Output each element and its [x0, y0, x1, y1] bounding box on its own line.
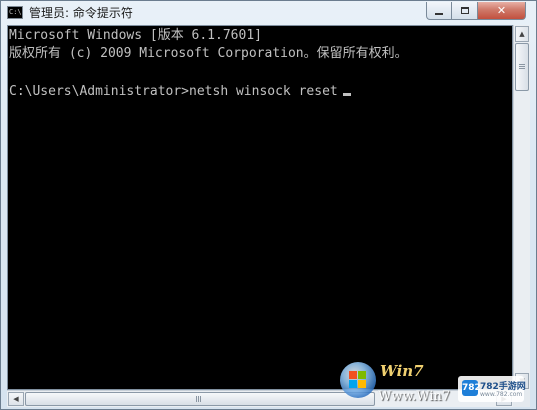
watermark-url: Www.Win7: [378, 389, 451, 404]
close-icon: ✕: [496, 4, 507, 17]
command-prompt-window: C:\ 管理员: 命令提示符 ✕ Microsoft Windows [版本 6…: [0, 0, 537, 410]
grip-icon: [519, 64, 525, 65]
site-watermark: 782 782手游网 www.782.com: [458, 376, 526, 402]
site-logo-icon: 782: [462, 380, 481, 396]
cmd-icon[interactable]: C:\: [7, 6, 23, 19]
win7-watermark: Win7 Www.Win7: [340, 356, 450, 406]
vertical-scrollbar[interactable]: ▲ ▼: [513, 25, 530, 390]
horizontal-scroll-thumb[interactable]: [25, 392, 375, 406]
scroll-up-button[interactable]: ▲: [515, 26, 529, 42]
close-button[interactable]: ✕: [478, 2, 526, 20]
text-cursor: [342, 93, 351, 96]
minimize-button[interactable]: [426, 2, 452, 20]
console-output[interactable]: Microsoft Windows [版本 6.1.7601] 版权所有 (c)…: [7, 25, 513, 390]
console-line-version: Microsoft Windows [版本 6.1.7601]: [9, 28, 262, 43]
console-command-text: C:\Users\Administrator>netsh winsock res…: [9, 84, 338, 99]
minimize-icon: [435, 12, 443, 15]
window-title: 管理员: 命令提示符: [29, 6, 133, 20]
scroll-left-button[interactable]: ◀: [8, 392, 24, 406]
maximize-button[interactable]: [452, 2, 478, 20]
watermark-brand: Win7: [380, 362, 424, 380]
console-line-copyright: 版权所有 (c) 2009 Microsoft Corporation。保留所有…: [9, 46, 408, 61]
site-url: www.782.com: [480, 391, 523, 398]
windows-flag-icon: [349, 371, 367, 389]
maximize-icon: [460, 7, 469, 14]
console-line-prompt[interactable]: C:\Users\Administrator>netsh winsock res…: [9, 84, 351, 100]
title-bar[interactable]: C:\ 管理员: 命令提示符 ✕: [1, 1, 536, 25]
vertical-scroll-thumb[interactable]: [515, 43, 529, 91]
grip-icon: [196, 396, 197, 402]
